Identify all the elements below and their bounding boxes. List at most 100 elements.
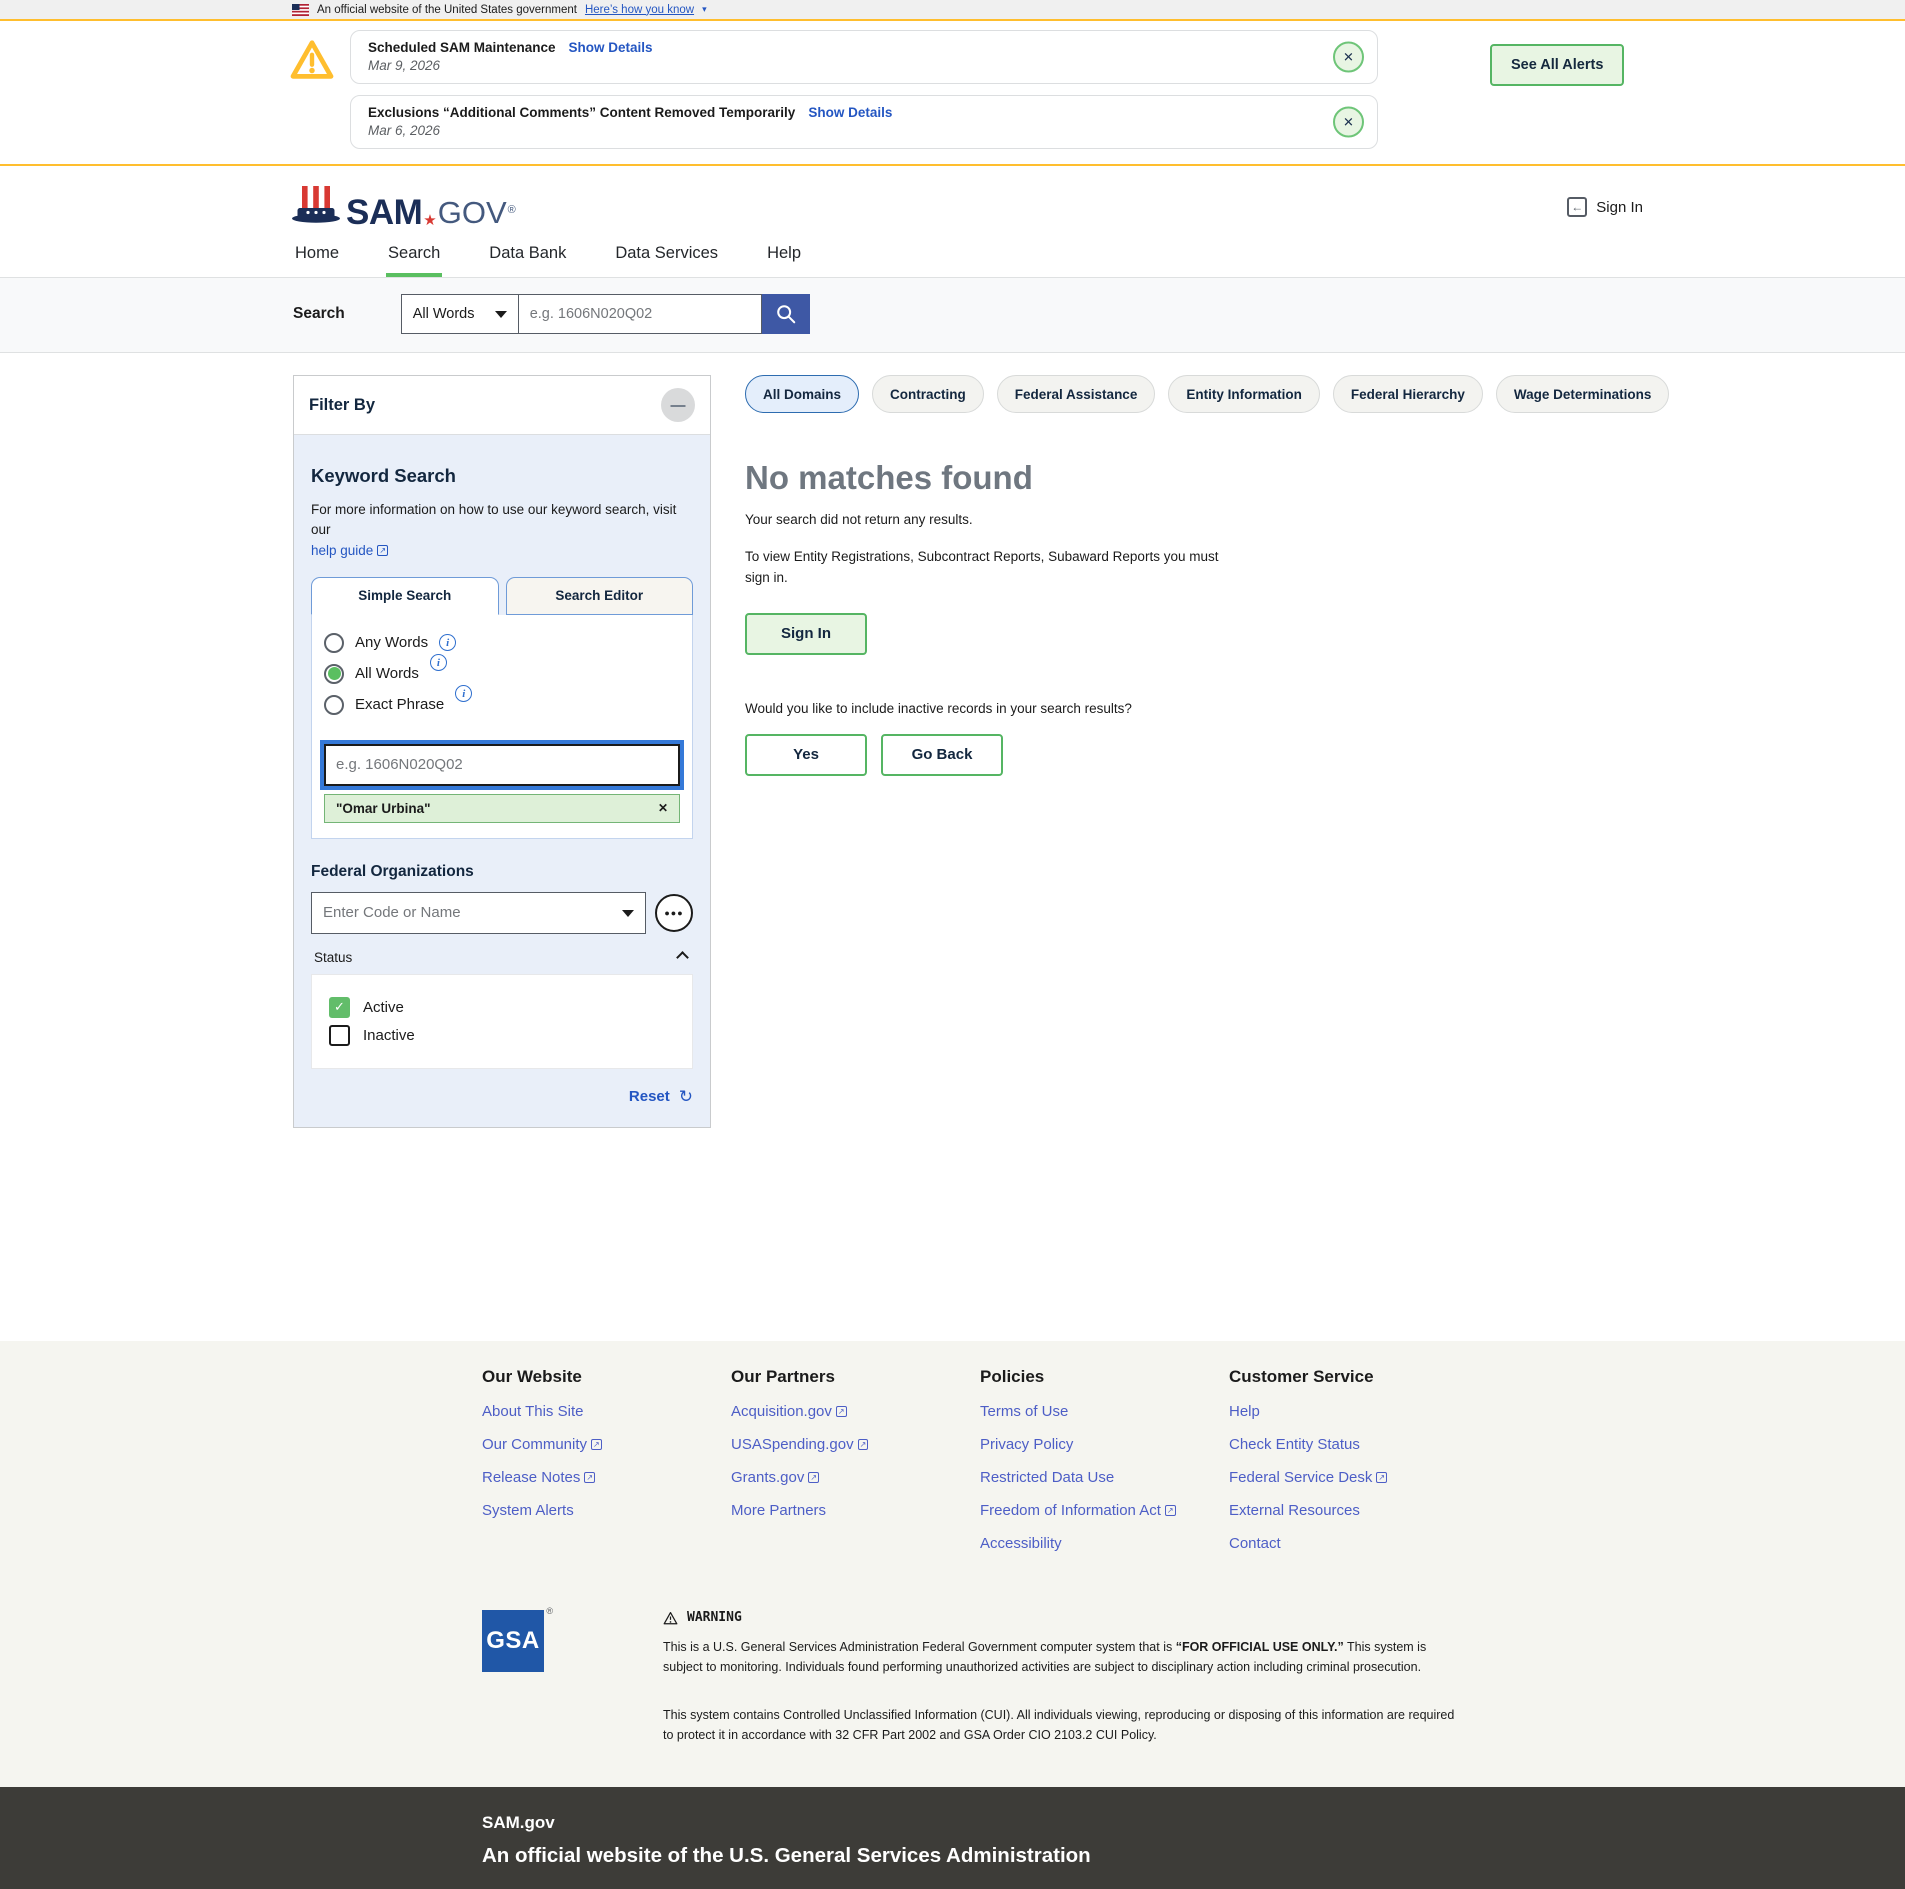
alert-date: Mar 9, 2026 [368, 58, 1315, 73]
remove-chip-icon[interactable]: ✕ [658, 801, 668, 815]
external-link-icon: ↗ [858, 1439, 869, 1450]
exact-phrase-radio[interactable] [324, 695, 344, 715]
filter-panel: Filter By — Keyword Search For more info… [293, 375, 711, 1128]
footer-link-grants-gov[interactable]: Grants.gov↗ [731, 1469, 980, 1486]
nav-item-data-bank[interactable]: Data Bank [487, 240, 568, 277]
inactive-checkbox[interactable] [329, 1025, 350, 1046]
nav-item-search[interactable]: Search [386, 240, 442, 277]
sign-in-link-top[interactable]: ← Sign In [1567, 197, 1643, 217]
footer-link-accessibility[interactable]: Accessibility [980, 1535, 1229, 1552]
tab-search-editor[interactable]: Search Editor [506, 577, 694, 615]
footer-link-contact[interactable]: Contact [1229, 1535, 1478, 1552]
info-icon[interactable]: i [455, 685, 472, 702]
footer-link-label: Help [1229, 1403, 1260, 1420]
footer-link-usaspending-gov[interactable]: USASpending.gov↗ [731, 1436, 980, 1453]
external-link-icon: ↗ [591, 1439, 602, 1450]
alert-title: Scheduled SAM Maintenance [368, 40, 556, 55]
keyword-input[interactable] [324, 744, 680, 786]
footer-link-system-alerts[interactable]: System Alerts [482, 1502, 731, 1519]
pill-all-domains[interactable]: All Domains [745, 375, 859, 413]
federal-orgs-input[interactable] [311, 892, 646, 934]
keyword-chip-label: "Omar Urbina" [336, 801, 431, 816]
sign-in-note: To view Entity Registrations, Subcontrac… [745, 547, 1245, 589]
info-icon[interactable]: i [439, 634, 456, 651]
refresh-icon[interactable]: ↻ [679, 1087, 693, 1107]
warning-paragraph-1: This is a U.S. General Services Administ… [663, 1637, 1463, 1677]
inactive-label: Inactive [363, 1027, 415, 1044]
simple-search-content: Any Words i All Words i Exact Phrase i [311, 615, 693, 839]
gsa-warning-row: GSA ® WARNING This is a U.S. General Ser… [482, 1610, 1905, 1745]
footer-link-label: Privacy Policy [980, 1436, 1073, 1453]
alert-date: Mar 6, 2026 [368, 123, 1315, 138]
collapse-filter-button[interactable]: — [661, 388, 695, 422]
federal-orgs-row: ●●● [311, 892, 693, 934]
tab-simple-search[interactable]: Simple Search [311, 577, 499, 615]
pill-federal-assistance[interactable]: Federal Assistance [997, 375, 1156, 413]
footer-link-release-notes[interactable]: Release Notes↗ [482, 1469, 731, 1486]
nav-item-data-services[interactable]: Data Services [613, 240, 720, 277]
warning-block: WARNING This is a U.S. General Services … [663, 1610, 1463, 1745]
results-area: All Domains Contracting Federal Assistan… [745, 375, 1825, 776]
footer-link-label: Grants.gov [731, 1469, 804, 1486]
see-all-alerts-button[interactable]: See All Alerts [1490, 44, 1624, 86]
info-icon[interactable]: i [430, 654, 447, 671]
external-link-icon: ↗ [584, 1472, 595, 1483]
footer-site-description: An official website of the U.S. General … [482, 1844, 1905, 1868]
main-nav: Home Search Data Bank Data Services Help [0, 240, 1905, 277]
footer-link-columns: Our Website About This Site Our Communit… [482, 1367, 1905, 1568]
show-details-link[interactable]: Show Details [808, 105, 892, 120]
footer-link-help[interactable]: Help [1229, 1403, 1478, 1420]
sign-in-button[interactable]: Sign In [745, 613, 867, 655]
close-alert-button[interactable]: ✕ [1333, 107, 1364, 138]
footer-link-foia[interactable]: Freedom of Information Act↗ [980, 1502, 1229, 1519]
footer-link-our-community[interactable]: Our Community↗ [482, 1436, 731, 1453]
active-checkbox[interactable]: ✓ [329, 997, 350, 1018]
warning-triangle-small-icon [663, 1611, 678, 1625]
pill-contracting[interactable]: Contracting [872, 375, 984, 413]
warning-title: WARNING [687, 1610, 742, 1625]
yes-button[interactable]: Yes [745, 734, 867, 776]
warning-triangle-icon [290, 38, 334, 80]
nav-item-help[interactable]: Help [765, 240, 803, 277]
footer-site-name: SAM.gov [482, 1813, 1905, 1833]
pill-entity-information[interactable]: Entity Information [1168, 375, 1320, 413]
footer-col-title: Our Website [482, 1367, 731, 1387]
chevron-up-icon[interactable] [676, 951, 689, 964]
close-alert-button[interactable]: ✕ [1333, 42, 1364, 73]
pill-federal-hierarchy[interactable]: Federal Hierarchy [1333, 375, 1483, 413]
reset-row: Reset ↻ [311, 1087, 693, 1107]
go-back-button[interactable]: Go Back [881, 734, 1003, 776]
footer-link-label: Freedom of Information Act [980, 1502, 1161, 1519]
footer-link-privacy-policy[interactable]: Privacy Policy [980, 1436, 1229, 1453]
footer-col-title: Our Partners [731, 1367, 980, 1387]
filter-panel-body: Keyword Search For more information on h… [294, 435, 710, 1127]
footer-link-about-this-site[interactable]: About This Site [482, 1403, 731, 1420]
more-options-button[interactable]: ●●● [655, 894, 693, 932]
reset-link[interactable]: Reset [629, 1088, 670, 1105]
footer-link-more-partners[interactable]: More Partners [731, 1502, 980, 1519]
caret-down-icon [495, 311, 507, 324]
registered-mark: ® [546, 1606, 553, 1616]
show-details-link[interactable]: Show Details [569, 40, 653, 55]
footer-col-customer-service: Customer Service Help Check Entity Statu… [1229, 1367, 1478, 1568]
footer-link-external-resources[interactable]: External Resources [1229, 1502, 1478, 1519]
sam-gov-logo[interactable]: SAM ★ GOV ® [290, 184, 516, 230]
search-submit-button[interactable] [762, 294, 810, 334]
pill-wage-determinations[interactable]: Wage Determinations [1496, 375, 1670, 413]
footer-link-label: More Partners [731, 1502, 826, 1519]
search-input[interactable] [519, 294, 762, 334]
footer-link-terms-of-use[interactable]: Terms of Use [980, 1403, 1229, 1420]
all-words-radio[interactable] [324, 664, 344, 684]
keyword-info-span: For more information on how to use our k… [311, 502, 676, 537]
footer-link-restricted-data-use[interactable]: Restricted Data Use [980, 1469, 1229, 1486]
search-mode-select[interactable]: All Words [401, 294, 519, 334]
status-header-row: Status [314, 950, 690, 965]
footer-link-federal-service-desk[interactable]: Federal Service Desk↗ [1229, 1469, 1478, 1486]
any-words-radio[interactable] [324, 633, 344, 653]
nav-item-home[interactable]: Home [293, 240, 341, 277]
how-you-know-link[interactable]: Here’s how you know [585, 4, 694, 16]
status-options-box: ✓ Active Inactive [311, 974, 693, 1069]
help-guide-link[interactable]: help guide↗ [311, 543, 388, 558]
footer-link-check-entity-status[interactable]: Check Entity Status [1229, 1436, 1478, 1453]
footer-link-acquisition-gov[interactable]: Acquisition.gov↗ [731, 1403, 980, 1420]
